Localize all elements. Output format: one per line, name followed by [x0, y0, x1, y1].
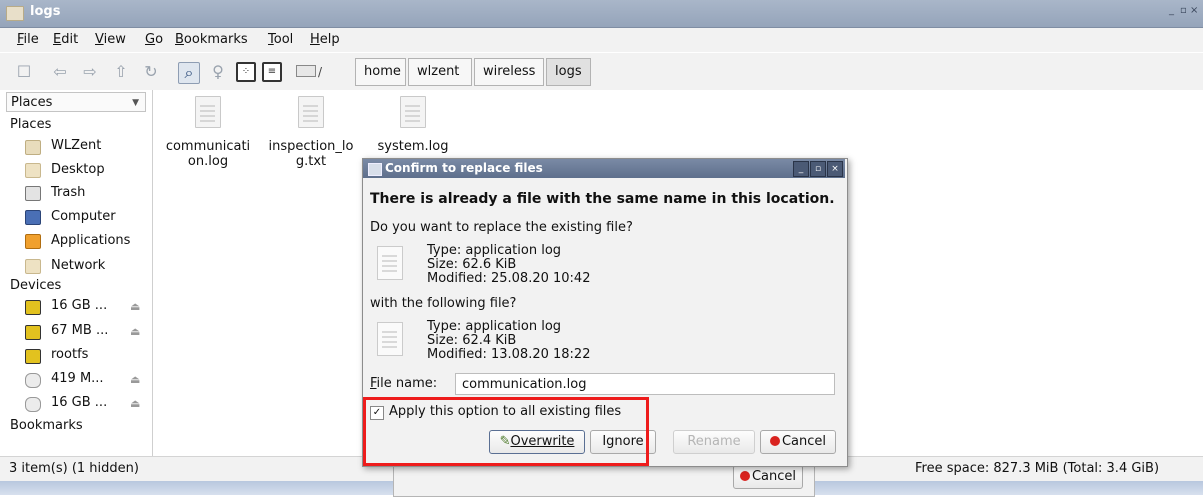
sidebar-item-computer[interactable]: Computer [51, 209, 116, 224]
menu-bookmarks[interactable]: Bookmarks [175, 32, 248, 47]
rename-button[interactable]: Rename [673, 430, 755, 454]
disk-icon [25, 397, 41, 412]
file-icon[interactable] [400, 96, 426, 128]
background-cancel-label: Cancel [751, 469, 797, 484]
red-highlight-box [363, 397, 649, 466]
reload-icon[interactable]: ↻ [141, 62, 161, 82]
chevron-down-icon: ▼ [132, 98, 139, 108]
menu-bar: File Edit View Go Bookmarks Tool Help [0, 28, 1203, 52]
new-file-type: Type: application log [427, 319, 562, 334]
network-folder-icon [25, 259, 41, 274]
menu-file[interactable]: File [17, 32, 39, 47]
devices-header: Devices [10, 278, 62, 293]
window-title: logs [30, 4, 61, 19]
toolbar: ☐ ⇦ ⇨ ⇧ ↻ ⌕ ♀ ⁘ ≡ / [0, 53, 1203, 91]
sidebar-device-rootfs[interactable]: rootfs [51, 347, 88, 362]
new-file-size: Size: 62.4 KiB [427, 333, 517, 348]
eject-icon[interactable]: ⏏ [130, 397, 140, 410]
cancel-button[interactable]: Cancel [760, 430, 836, 454]
sidebar-mode-select[interactable]: Places ▼ [6, 92, 146, 112]
existing-file-icon [377, 246, 403, 280]
window-icon [368, 163, 382, 176]
icon-view-icon[interactable]: ⁘ [236, 62, 256, 82]
file-icon[interactable] [195, 96, 221, 128]
new-file-modified: Modified: 13.08.20 18:22 [427, 347, 591, 362]
list-view-icon[interactable]: ≡ [262, 62, 282, 82]
breadcrumb-logs[interactable]: logs [546, 58, 591, 86]
breadcrumb-home[interactable]: home [355, 58, 406, 86]
file-icon[interactable] [298, 96, 324, 128]
maximize-button[interactable]: ▫ [1180, 5, 1187, 16]
with-following-text: with the following file? [370, 296, 517, 311]
dialog-close-button[interactable]: × [827, 161, 843, 177]
background-cancel-button[interactable]: Cancel [733, 465, 803, 489]
eject-icon[interactable]: ⏏ [130, 373, 140, 386]
dialog-heading: There is already a file with the same na… [370, 191, 835, 207]
sidebar-device-1[interactable]: 16 GB ... [51, 298, 107, 313]
sidebar-device-3[interactable]: 419 M... [51, 371, 104, 386]
breadcrumb-wireless[interactable]: wireless [474, 58, 544, 86]
menu-go[interactable]: Go [145, 32, 163, 47]
trash-icon [25, 186, 41, 201]
status-free-space: Free space: 827.3 MiB (Total: 3.4 GiB) [915, 461, 1160, 476]
bookmarks-header: Bookmarks [10, 418, 83, 433]
menu-tool[interactable]: Tool [268, 32, 293, 47]
folder-icon [6, 6, 24, 21]
cancel-icon [769, 436, 780, 446]
dialog-question: Do you want to replace the existing file… [370, 220, 633, 235]
drive-label: / [318, 65, 323, 79]
sidebar-device-4[interactable]: 16 GB ... [51, 395, 107, 410]
file-item-name[interactable]: communicati on.log [156, 139, 260, 169]
up-icon[interactable]: ⇧ [111, 62, 131, 82]
new-file-icon [377, 322, 403, 356]
sidebar-device-2[interactable]: 67 MB ... [51, 323, 108, 338]
usb-drive-icon [25, 300, 41, 315]
sidebar-item-network[interactable]: Network [51, 258, 105, 273]
dialog-maximize-button[interactable]: ▫ [810, 161, 826, 177]
existing-file-size: Size: 62.6 KiB [427, 257, 517, 272]
drive-button[interactable]: / [292, 61, 344, 83]
menu-edit[interactable]: Edit [53, 32, 78, 47]
eject-icon[interactable]: ⏏ [130, 300, 140, 313]
eject-icon[interactable]: ⏏ [130, 325, 140, 338]
file-name-input[interactable] [455, 373, 835, 395]
status-items: 3 item(s) (1 hidden) [9, 461, 139, 476]
usb-drive-icon [25, 325, 41, 340]
sidebar-item-wlzent[interactable]: WLZent [51, 138, 101, 153]
existing-file-modified: Modified: 25.08.20 10:42 [427, 271, 591, 286]
new-tab-icon[interactable]: ☐ [14, 62, 34, 82]
menu-help[interactable]: Help [310, 32, 340, 47]
back-icon[interactable]: ⇦ [50, 62, 70, 82]
window-title-bar[interactable]: logs _ ▫ × [0, 0, 1203, 28]
usb-drive-icon [25, 349, 41, 364]
drive-icon [296, 65, 316, 77]
close-button[interactable]: × [1190, 5, 1198, 16]
cancel-icon [739, 471, 750, 481]
file-item-name[interactable]: system.log [368, 139, 458, 154]
search-icon[interactable]: ⌕ [178, 62, 200, 84]
breadcrumb-wlzent[interactable]: wlzent [408, 58, 472, 86]
dialog-title-bar[interactable]: Confirm to replace files _ ▫ × [363, 159, 845, 178]
file-item-name[interactable]: inspection_lo g.txt [258, 139, 364, 169]
dialog-minimize-button[interactable]: _ [793, 161, 809, 177]
sidebar-item-desktop[interactable]: Desktop [51, 162, 105, 177]
applications-icon [25, 234, 41, 249]
sidebar-mode-value: Places [11, 95, 53, 110]
home-folder-icon [25, 140, 41, 155]
sidebar-item-applications[interactable]: Applications [51, 233, 130, 248]
dialog-title: Confirm to replace files [385, 161, 543, 175]
cancel-label: Cancel [781, 434, 827, 449]
disk-icon [25, 373, 41, 388]
forward-icon[interactable]: ⇨ [80, 62, 100, 82]
file-name-label: File name: [370, 376, 438, 391]
bulb-icon[interactable]: ♀ [208, 62, 228, 82]
desktop-folder-icon [25, 163, 41, 178]
places-header: Places [10, 117, 52, 132]
existing-file-type: Type: application log [427, 243, 562, 258]
sidebar-item-trash[interactable]: Trash [51, 185, 85, 200]
minimize-button[interactable]: _ [1169, 5, 1174, 16]
computer-icon [25, 210, 41, 225]
menu-view[interactable]: View [95, 32, 126, 47]
